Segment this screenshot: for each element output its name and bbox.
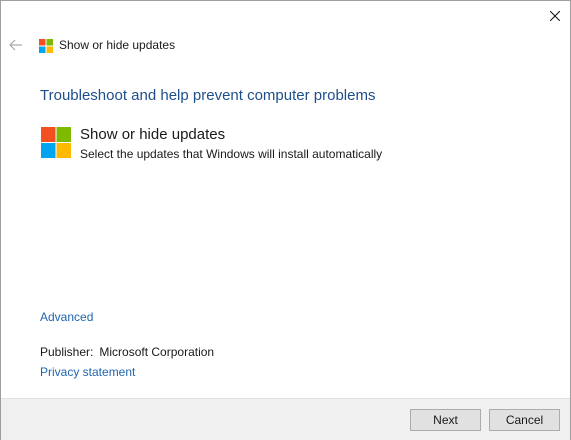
title-bar <box>1 1 570 31</box>
windows-logo-icon <box>39 39 53 53</box>
cancel-button[interactable]: Cancel <box>489 409 560 431</box>
next-button[interactable]: Next <box>410 409 481 431</box>
window-title: Show or hide updates <box>59 38 176 52</box>
back-arrow-icon <box>9 39 22 51</box>
publisher-value: Microsoft Corporation <box>99 345 215 359</box>
page-heading: Troubleshoot and help prevent computer p… <box>40 87 376 104</box>
troubleshooter-description: Select the updates that Windows will ins… <box>80 147 383 161</box>
troubleshooter-title: Show or hide updates <box>80 126 226 143</box>
advanced-link[interactable]: Advanced <box>40 310 93 324</box>
windows-logo-icon <box>41 127 71 158</box>
close-button[interactable] <box>540 1 570 31</box>
publisher-info: Publisher: Microsoft Corporation <box>40 345 214 359</box>
close-icon <box>550 11 560 21</box>
publisher-label: Publisher: <box>40 345 94 359</box>
troubleshooter-window: Show or hide updates Troubleshoot and he… <box>0 0 571 440</box>
footer-bar: Next Cancel <box>1 398 570 440</box>
privacy-statement-link[interactable]: Privacy statement <box>40 365 135 379</box>
back-button[interactable] <box>7 36 27 56</box>
